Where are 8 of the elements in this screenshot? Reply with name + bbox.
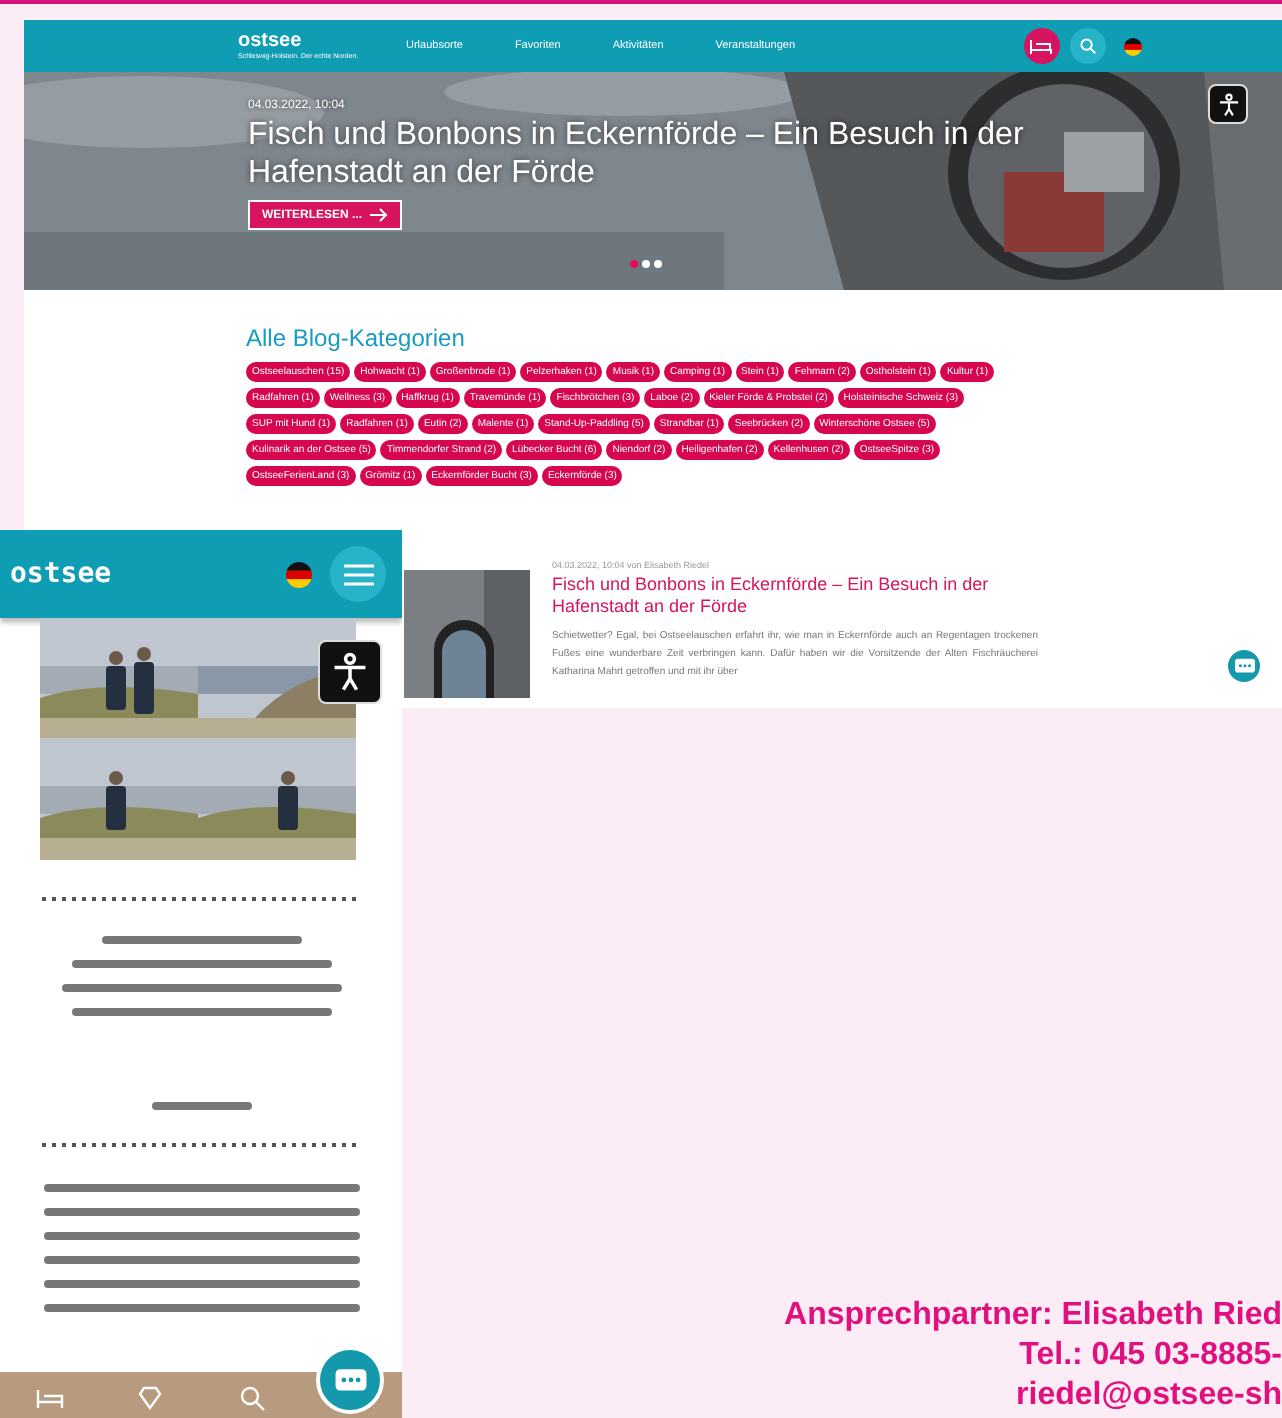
hero-title: Fisch und Bonbons in Eckernförde – Ein Besuch in der Hafenstadt an der Förde <box>248 116 1026 192</box>
logo[interactable]: ostsee <box>10 558 112 590</box>
contact-text: riedel@ostsee-sh <box>1016 1376 1282 1416</box>
section-title: Alle Blog-Kategorien <box>246 324 467 352</box>
contact-text: Ansprechpartner: Elisabeth Ried <box>784 1296 1282 1336</box>
logo[interactable]: ostsee <box>238 31 406 51</box>
post-title[interactable]: Fisch und Bonbons in Eckernförde – Ein Besuch in der Hafenstadt an der Förde <box>552 574 1038 616</box>
contact-text: Tel.: 045 03-8885- <box>1019 1336 1282 1376</box>
